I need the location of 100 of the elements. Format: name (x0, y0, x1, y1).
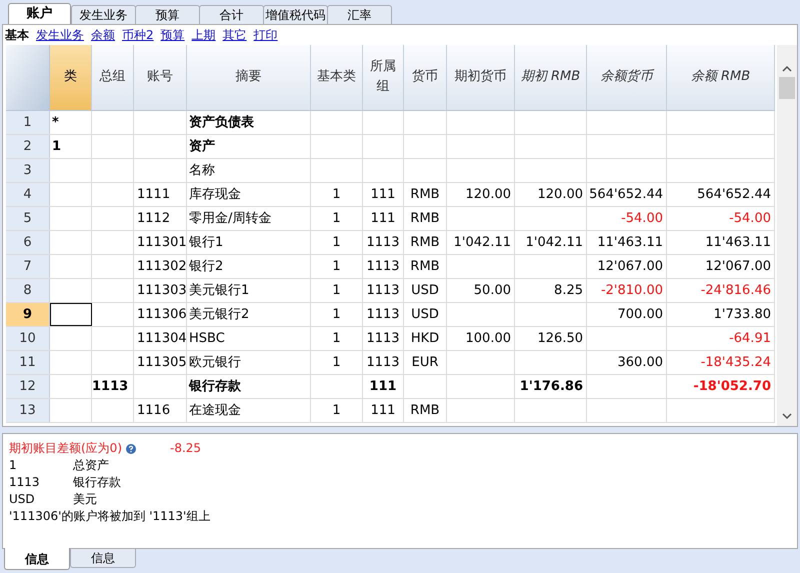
row-number[interactable]: 7 (6, 254, 50, 278)
table-cell: 111 (363, 374, 404, 398)
table-cell: -64.91 (667, 326, 775, 350)
table-cell: 360.00 (587, 350, 667, 374)
table-cell: 美元银行1 (187, 278, 311, 302)
table-cell: 111302 (134, 254, 187, 278)
info-name: 总资产 (73, 457, 109, 474)
column-header[interactable]: 账号 (134, 44, 187, 110)
tab[interactable]: 增值税代码 (263, 5, 328, 24)
table-cell: 700.00 (587, 302, 667, 326)
info-code: 1113 (9, 474, 41, 491)
scroll-down-icon[interactable] (782, 412, 792, 420)
row-number[interactable]: 6 (6, 230, 50, 254)
table-cell: HSBC (187, 326, 311, 350)
info-code: USD (9, 491, 36, 508)
table-cell: -18'435.24 (667, 350, 775, 374)
row-number[interactable]: 13 (6, 398, 50, 422)
scrollbar[interactable] (777, 44, 797, 426)
column-header[interactable]: 总组 (92, 44, 134, 110)
tab[interactable]: 汇率 (327, 5, 392, 24)
table-cell: USD (404, 302, 447, 326)
table-cell: 1113 (363, 350, 404, 374)
scroll-thumb[interactable] (779, 76, 796, 99)
table-cell: RMB (404, 206, 447, 230)
table-cell: 8.25 (515, 278, 587, 302)
column-header[interactable]: 期初货币 (447, 44, 515, 110)
view-link[interactable]: 币种2 (122, 26, 154, 44)
info-name: 美元 (73, 491, 97, 508)
column-header[interactable]: 货币 (404, 44, 447, 110)
table-cell: -18'052.70 (667, 374, 775, 398)
table-cell: 银行存款 (187, 374, 311, 398)
column-header[interactable]: 摘要 (187, 44, 311, 110)
column-header[interactable]: 期初 RMB (515, 44, 587, 110)
scroll-up-icon[interactable] (782, 64, 792, 73)
table-cell: 资产负债表 (187, 110, 311, 134)
tab[interactable]: 账户 (8, 3, 71, 24)
view-link[interactable]: 打印 (254, 26, 278, 44)
table-cell: -2'810.00 (587, 278, 667, 302)
table-cell: 1 (311, 254, 363, 278)
table-cell: 120.00 (447, 182, 515, 206)
warning-value: -8.25 (170, 440, 202, 457)
view-link[interactable]: 余额 (91, 26, 115, 44)
view-link[interactable]: 上期 (192, 26, 216, 44)
table-cell: EUR (404, 350, 447, 374)
table-cell: 银行1 (187, 230, 311, 254)
row-number[interactable]: 12 (6, 374, 50, 398)
table-cell: 12'067.00 (587, 254, 667, 278)
view-link[interactable]: 其它 (222, 26, 247, 44)
table-cell: 111306 (134, 302, 187, 326)
table-cell: 12'067.00 (667, 254, 775, 278)
table-cell: 1 (50, 134, 92, 158)
row-number[interactable]: 5 (6, 206, 50, 230)
row-number[interactable]: 3 (6, 158, 50, 182)
column-header[interactable]: 类 (50, 44, 92, 110)
tab[interactable]: 预算 (135, 5, 200, 24)
table-cell: 1 (311, 278, 363, 302)
table-cell: 零用金/周转金 (187, 206, 311, 230)
row-number[interactable]: 2 (6, 134, 50, 158)
row-number[interactable]: 9 (6, 302, 50, 326)
table-cell: USD (404, 278, 447, 302)
info-message: '111306'的账户将被加到 '1113'组上 (9, 508, 212, 525)
column-header[interactable]: 基本类 (311, 44, 363, 110)
table-cell: RMB (404, 182, 447, 206)
table-cell: 名称 (187, 158, 311, 182)
table-cell: 1113 (363, 254, 404, 278)
column-header[interactable]: 所属组 (363, 44, 404, 110)
table-cell: 1113 (363, 278, 404, 302)
table-cell: 1 (311, 230, 363, 254)
table-cell: 1'733.80 (667, 302, 775, 326)
table-cell: 1'042.11 (447, 230, 515, 254)
view-link[interactable]: 发生业务 (36, 26, 84, 44)
row-number[interactable]: 4 (6, 182, 50, 206)
info-name: 银行存款 (73, 474, 121, 491)
table-cell: 120.00 (515, 182, 587, 206)
tab[interactable]: 信息 (4, 548, 70, 570)
tab[interactable]: 信息 (70, 549, 136, 568)
row-number[interactable]: 8 (6, 278, 50, 302)
view-link[interactable]: 预算 (160, 26, 185, 44)
warning-label: 期初账目差额(应为0) (9, 440, 122, 457)
table-cell: 1'176.86 (515, 374, 587, 398)
column-header[interactable]: 余额货币 (587, 44, 667, 110)
table-cell: 111 (363, 182, 404, 206)
row-number[interactable]: 1 (6, 110, 50, 134)
table-cell: 1 (311, 350, 363, 374)
table-cell: -54.00 (667, 206, 775, 230)
tab[interactable]: 发生业务 (71, 5, 136, 24)
table-cell: -54.00 (587, 206, 667, 230)
table-cell: 50.00 (447, 278, 515, 302)
column-header[interactable]: 余额 RMB (667, 44, 775, 110)
table-cell: 银行2 (187, 254, 311, 278)
table-cell: 111303 (134, 278, 187, 302)
row-number[interactable]: 10 (6, 326, 50, 350)
table-cell: 1113 (363, 230, 404, 254)
help-icon[interactable] (126, 444, 136, 454)
row-number[interactable]: 11 (6, 350, 50, 374)
table-cell: 1116 (134, 398, 187, 422)
table-cell: 111304 (134, 326, 187, 350)
tab[interactable]: 合计 (199, 5, 264, 24)
view-link[interactable]: 基本 (5, 26, 29, 44)
table-cell: 欧元银行 (187, 350, 311, 374)
